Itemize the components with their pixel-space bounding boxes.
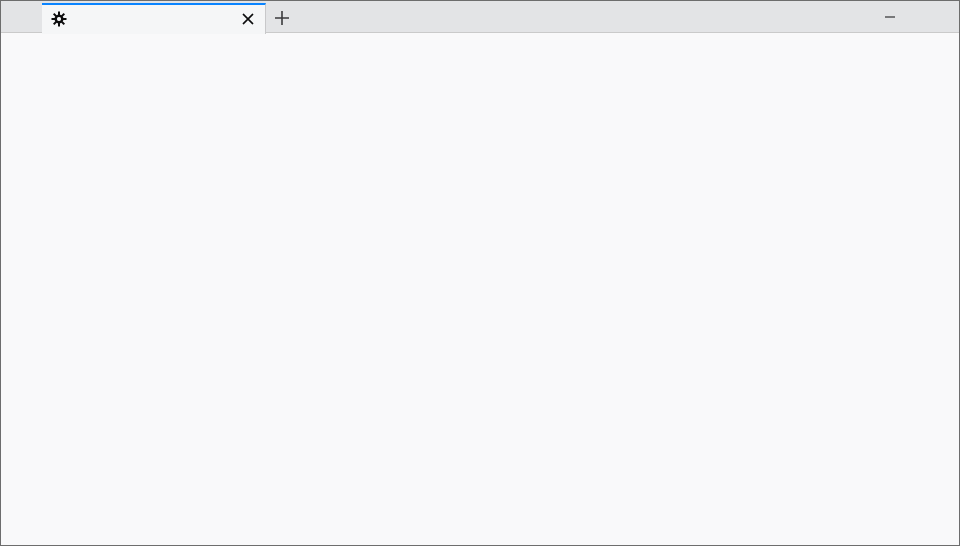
tab-strip bbox=[1, 1, 959, 34]
close-tab-icon[interactable] bbox=[239, 10, 257, 28]
tab-options[interactable] bbox=[42, 3, 266, 34]
new-tab-button[interactable] bbox=[271, 7, 293, 29]
browser-window bbox=[0, 0, 960, 546]
gear-icon bbox=[51, 11, 67, 27]
